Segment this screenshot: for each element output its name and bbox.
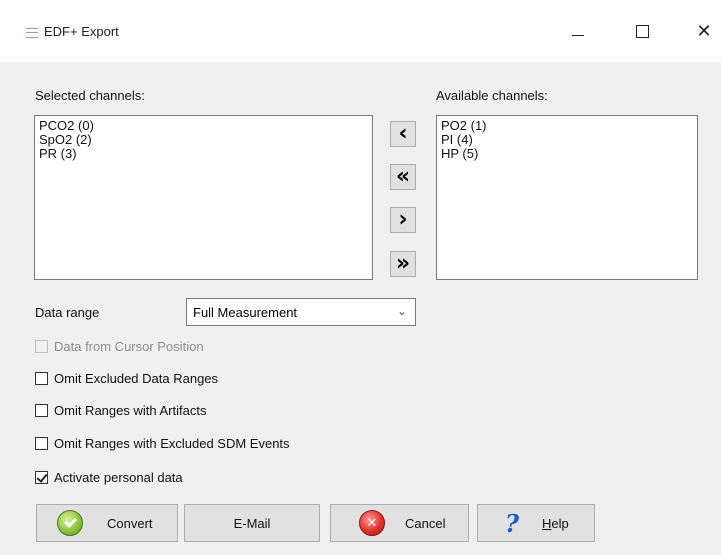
close-icon: ✕ [696, 20, 712, 42]
omit-excluded-ranges-label[interactable]: Omit Excluded Data Ranges [54, 371, 218, 386]
data-range-value: Full Measurement [193, 305, 298, 320]
omit-artifacts-label[interactable]: Omit Ranges with Artifacts [54, 403, 206, 418]
app-icon [26, 28, 38, 38]
double-chevron-left-icon: « [395, 164, 411, 189]
edf-export-dialog: EDF+ Export ✕ Selected channels: PCO2 (0… [0, 0, 721, 555]
blue-question-icon: ? [504, 508, 520, 538]
omit-sdm-events-label[interactable]: Omit Ranges with Excluded SDM Events [54, 436, 290, 451]
add-all-channels-button[interactable]: « [390, 164, 416, 190]
omit-sdm-events-option[interactable]: Omit Ranges with Excluded SDM Events [35, 435, 290, 451]
omit-artifacts-checkbox[interactable] [35, 403, 48, 417]
available-channels-label: Available channels: [436, 88, 548, 103]
green-check-icon [57, 510, 83, 536]
cancel-button[interactable]: ✕ Cancel [330, 504, 469, 542]
data-from-cursor-label: Data from Cursor Position [54, 338, 204, 354]
minimize-button[interactable] [558, 16, 598, 46]
help-mnemonic: H [542, 515, 552, 531]
omit-excluded-ranges-option[interactable]: Omit Excluded Data Ranges [35, 370, 218, 386]
red-x-icon: ✕ [359, 510, 385, 536]
help-label: Help [542, 516, 569, 531]
available-channel-item[interactable]: HP (5) [441, 147, 693, 161]
data-from-cursor-option: Data from Cursor Position [35, 338, 204, 354]
convert-button[interactable]: Convert [36, 504, 178, 542]
selected-channel-item[interactable]: PCO2 (0) [39, 119, 368, 133]
help-label-rest: elp [551, 515, 569, 531]
email-label: E-Mail [233, 515, 271, 531]
email-button[interactable]: E-Mail [184, 504, 320, 542]
available-channel-item[interactable]: PO2 (1) [441, 119, 693, 133]
convert-label: Convert [107, 515, 153, 531]
selected-channel-item[interactable]: SpO2 (2) [39, 133, 368, 147]
selected-channels-list[interactable]: PCO2 (0) SpO2 (2) PR (3) [34, 115, 373, 280]
activate-personal-data-option[interactable]: Activate personal data [35, 469, 183, 485]
maximize-button[interactable] [622, 16, 662, 46]
chevron-right-icon: › [398, 207, 408, 232]
activate-personal-data-checkbox[interactable] [35, 470, 48, 484]
close-button[interactable]: ✕ [684, 16, 721, 46]
chevron-down-icon: ⌄ [396, 304, 407, 318]
add-channel-button[interactable]: ‹ [390, 121, 416, 147]
cancel-label: Cancel [405, 515, 446, 531]
title-bar: EDF+ Export ✕ [0, 0, 721, 62]
maximize-icon [635, 24, 649, 38]
available-channel-item[interactable]: PI (4) [441, 133, 693, 147]
data-from-cursor-checkbox [35, 339, 48, 353]
help-button[interactable]: ? Help [477, 504, 595, 542]
selected-channel-item[interactable]: PR (3) [39, 147, 368, 161]
data-range-label: Data range [35, 305, 100, 320]
omit-excluded-ranges-checkbox[interactable] [35, 371, 48, 385]
selected-channels-label: Selected channels: [35, 88, 145, 103]
minimize-icon [572, 34, 584, 36]
remove-all-channels-button[interactable]: » [390, 251, 416, 277]
omit-artifacts-option[interactable]: Omit Ranges with Artifacts [35, 402, 206, 418]
available-channels-list[interactable]: PO2 (1) PI (4) HP (5) [436, 115, 698, 280]
omit-sdm-events-checkbox[interactable] [35, 436, 48, 450]
chevron-left-icon: ‹ [398, 121, 408, 146]
remove-channel-button[interactable]: › [390, 207, 416, 233]
double-chevron-right-icon: » [395, 251, 411, 276]
window-title: EDF+ Export [44, 24, 119, 39]
data-range-select[interactable]: Full Measurement ⌄ [186, 298, 416, 326]
activate-personal-data-label[interactable]: Activate personal data [54, 470, 183, 485]
